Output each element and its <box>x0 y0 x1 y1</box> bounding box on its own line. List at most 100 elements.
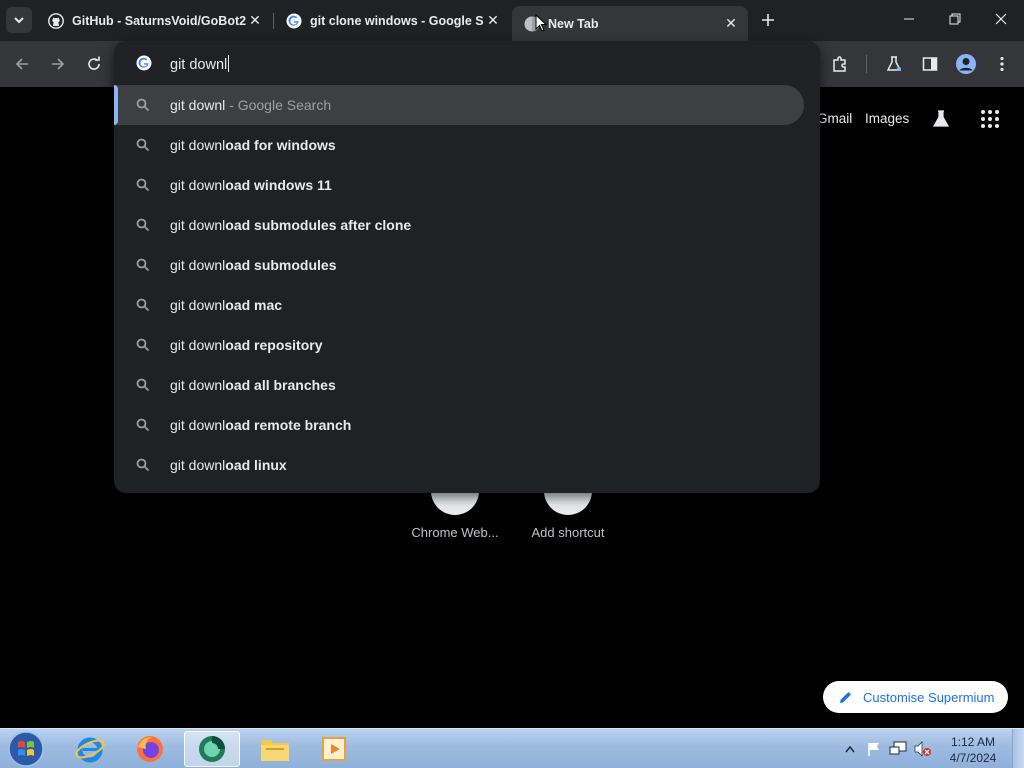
taskbar-media-player[interactable] <box>307 731 363 767</box>
suggestion-top-match[interactable]: git downl - Google Search <box>114 85 804 125</box>
tab-github[interactable]: GitHub - SaturnsVoid/GoBot2 ✕ <box>36 6 272 35</box>
suggestion-text: git download mac <box>170 297 282 313</box>
flask-icon <box>886 56 902 71</box>
google-icon <box>136 55 152 71</box>
suggestion-text: git download linux <box>170 457 287 473</box>
suggestion-item[interactable]: git download mac <box>114 285 820 325</box>
labs-link[interactable] <box>931 109 951 129</box>
restore-button[interactable] <box>932 0 978 38</box>
suggestion-item[interactable]: git download windows 11 <box>114 165 820 205</box>
suggestion-typed-part: git downl <box>170 257 226 273</box>
search-icon <box>136 298 150 312</box>
action-center-tray[interactable] <box>864 729 884 768</box>
suggestion-text: git download repository <box>170 337 323 353</box>
suggestion-text: git download submodules after clone <box>170 217 411 233</box>
mouse-cursor-icon <box>535 14 547 32</box>
taskbar-internet-explorer[interactable] <box>62 731 118 767</box>
customise-label: Customise Supermium <box>863 689 995 705</box>
show-hidden-icons-button[interactable] <box>842 729 858 768</box>
media-player-icon <box>322 737 346 761</box>
extensions-button[interactable] <box>826 50 854 78</box>
suggestion-item[interactable]: git download all branches <box>114 365 820 405</box>
forward-arrow-icon <box>52 58 65 70</box>
google-icon <box>286 13 302 29</box>
search-icon <box>136 258 150 272</box>
show-desktop-button[interactable] <box>1012 729 1024 768</box>
close-icon[interactable]: ✕ <box>722 15 740 33</box>
side-panel-button[interactable] <box>916 50 944 78</box>
tab-strip: GitHub - SaturnsVoid/GoBot2 ✕ git clone … <box>0 0 1024 41</box>
suggestion-item[interactable]: git download remote branch <box>114 405 820 445</box>
shortcut-label: Chrome Web... <box>411 525 499 540</box>
flask-icon <box>932 110 950 127</box>
menu-button[interactable] <box>988 50 1016 78</box>
suggestion-item[interactable]: git download submodules after clone <box>114 205 820 245</box>
plus-icon <box>762 14 774 26</box>
tab-new-tab[interactable]: New Tab ✕ <box>512 6 748 41</box>
suggestion-completion: oad submodules after clone <box>225 217 412 233</box>
omnibox-input[interactable]: git downl <box>114 41 820 85</box>
apps-grid-icon <box>981 110 999 128</box>
suggestion-typed-part: git downl <box>170 457 226 473</box>
customise-button[interactable]: Customise Supermium <box>823 681 1008 713</box>
firefox-icon <box>137 736 163 762</box>
minimize-icon <box>904 18 914 20</box>
suggestion-completion: oad repository <box>225 337 323 353</box>
tab-title: GitHub - SaturnsVoid/GoBot2 <box>72 13 246 28</box>
search-icon <box>136 378 150 392</box>
search-icon <box>136 98 150 112</box>
suggestion-text: git download windows 11 <box>170 177 332 193</box>
volume-muted-icon <box>914 741 931 757</box>
network-tray[interactable] <box>888 729 908 768</box>
puzzle-icon <box>833 56 846 72</box>
search-icon <box>136 338 150 352</box>
start-button[interactable] <box>6 730 46 768</box>
system-clock[interactable]: 1:12 AM 4/7/2024 <box>944 734 1002 766</box>
gmail-link[interactable]: Gmail <box>817 111 852 126</box>
images-link[interactable]: Images <box>865 111 909 126</box>
suggestion-completion: oad mac <box>225 297 283 313</box>
suggestion-typed-part: git downl <box>170 337 226 353</box>
apps-launcher[interactable] <box>980 109 1000 129</box>
omnibox-typed-text: git downl <box>170 57 228 73</box>
close-icon[interactable]: ✕ <box>246 12 264 30</box>
tab-title: New Tab <box>548 16 599 31</box>
github-icon <box>48 12 64 29</box>
windows-logo-icon <box>8 731 44 767</box>
suggestion-completion: oad linux <box>225 457 287 473</box>
taskbar-firefox[interactable] <box>122 731 178 767</box>
taskbar-file-explorer[interactable] <box>247 731 303 767</box>
forward-button[interactable] <box>44 50 72 78</box>
toolbar-divider <box>866 55 867 73</box>
volume-tray[interactable] <box>912 729 934 768</box>
suggestion-item[interactable]: git download repository <box>114 325 820 365</box>
more-vertical-icon <box>1000 56 1004 72</box>
profile-button[interactable] <box>952 50 980 78</box>
minimize-button[interactable] <box>886 0 932 38</box>
new-tab-button[interactable] <box>757 9 779 31</box>
close-window-button[interactable] <box>978 0 1024 38</box>
reload-button[interactable] <box>80 50 108 78</box>
suggestion-item[interactable]: git download for windows <box>114 125 820 165</box>
back-button[interactable] <box>8 50 36 78</box>
supermium-icon <box>199 736 225 762</box>
close-icon[interactable]: ✕ <box>484 12 502 30</box>
back-arrow-icon <box>15 58 28 70</box>
suggestion-item[interactable]: git download linux <box>114 445 820 485</box>
labs-button[interactable] <box>880 50 908 78</box>
pencil-icon <box>839 690 853 704</box>
tab-search-button[interactable] <box>6 7 32 33</box>
text-caret <box>228 55 230 72</box>
suggestion-source: - Google Search <box>225 97 332 113</box>
suggestion-text: git download for windows <box>170 137 336 153</box>
taskbar-supermium[interactable] <box>184 731 240 767</box>
suggestion-item[interactable]: git download submodules <box>114 245 820 285</box>
clock-date: 4/7/2024 <box>949 751 997 765</box>
reload-icon <box>88 56 100 70</box>
suggestion-completion: oad all branches <box>225 377 336 393</box>
flag-icon <box>868 743 879 756</box>
suggestion-completion: oad submodules <box>225 257 337 273</box>
omnibox-text[interactable]: git downl <box>170 55 230 73</box>
tab-google-search[interactable]: git clone windows - Google Se ✕ <box>274 6 510 35</box>
suggestion-typed-part: git downl <box>170 177 226 193</box>
